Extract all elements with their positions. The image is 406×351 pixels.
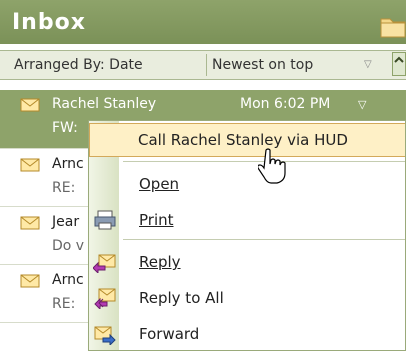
menu-item-print[interactable]: Print xyxy=(89,203,405,237)
envelope-icon xyxy=(20,274,40,288)
hand-cursor-icon xyxy=(258,148,286,184)
sort-order-button[interactable]: Newest on top xyxy=(212,57,313,73)
menu-item-reply-all[interactable]: Reply to All xyxy=(89,281,405,315)
message-sender: Arnc xyxy=(52,272,84,288)
arranged-by-button[interactable]: Arranged By: Date xyxy=(14,57,143,73)
menu-item-call-via-hud[interactable]: Call Rachel Stanley via HUD xyxy=(89,123,405,157)
message-sender: Arnc xyxy=(52,156,84,172)
envelope-icon xyxy=(20,216,40,230)
menu-item-label: Reply to All xyxy=(139,289,224,307)
menu-item-label: Reply xyxy=(139,253,181,271)
reply-icon xyxy=(93,254,116,273)
menu-separator xyxy=(123,239,405,240)
menu-item-reply[interactable]: Reply xyxy=(89,245,405,279)
divider xyxy=(206,54,207,76)
message-subject: RE: xyxy=(52,180,76,196)
folder-icon[interactable] xyxy=(380,14,406,38)
menu-item-label: Forward xyxy=(139,325,200,343)
forward-icon xyxy=(94,326,116,345)
message-date: Mon 6:02 PM xyxy=(240,96,331,112)
scroll-up-button[interactable] xyxy=(392,52,406,76)
pane-title: Inbox xyxy=(12,10,86,35)
message-sender: Jear xyxy=(52,214,80,230)
printer-icon xyxy=(94,210,116,230)
envelope-icon xyxy=(20,158,40,172)
chevron-up-icon xyxy=(394,56,404,63)
message-subject: FW: xyxy=(52,120,78,136)
inbox-header: Inbox xyxy=(0,0,406,44)
sort-caret-icon: ▽ xyxy=(364,59,372,70)
menu-item-label: Open xyxy=(139,175,180,193)
menu-item-open[interactable]: Open xyxy=(89,167,405,201)
reply-all-icon xyxy=(94,288,116,309)
menu-item-label: Print xyxy=(139,211,174,229)
message-subject: Do v xyxy=(52,238,85,254)
context-menu: Call Rachel Stanley via HUD Open Print R… xyxy=(88,120,406,351)
envelope-icon xyxy=(20,98,40,112)
menu-item-label: Call Rachel Stanley via HUD xyxy=(138,131,348,149)
flag-icon[interactable]: ▽ xyxy=(358,98,366,111)
arrange-bar: Arranged By: Date Newest on top ▽ xyxy=(0,50,406,80)
menu-item-forward[interactable]: Forward xyxy=(89,317,405,350)
message-subject: RE: xyxy=(52,296,76,312)
message-sender: Rachel Stanley xyxy=(52,96,157,112)
